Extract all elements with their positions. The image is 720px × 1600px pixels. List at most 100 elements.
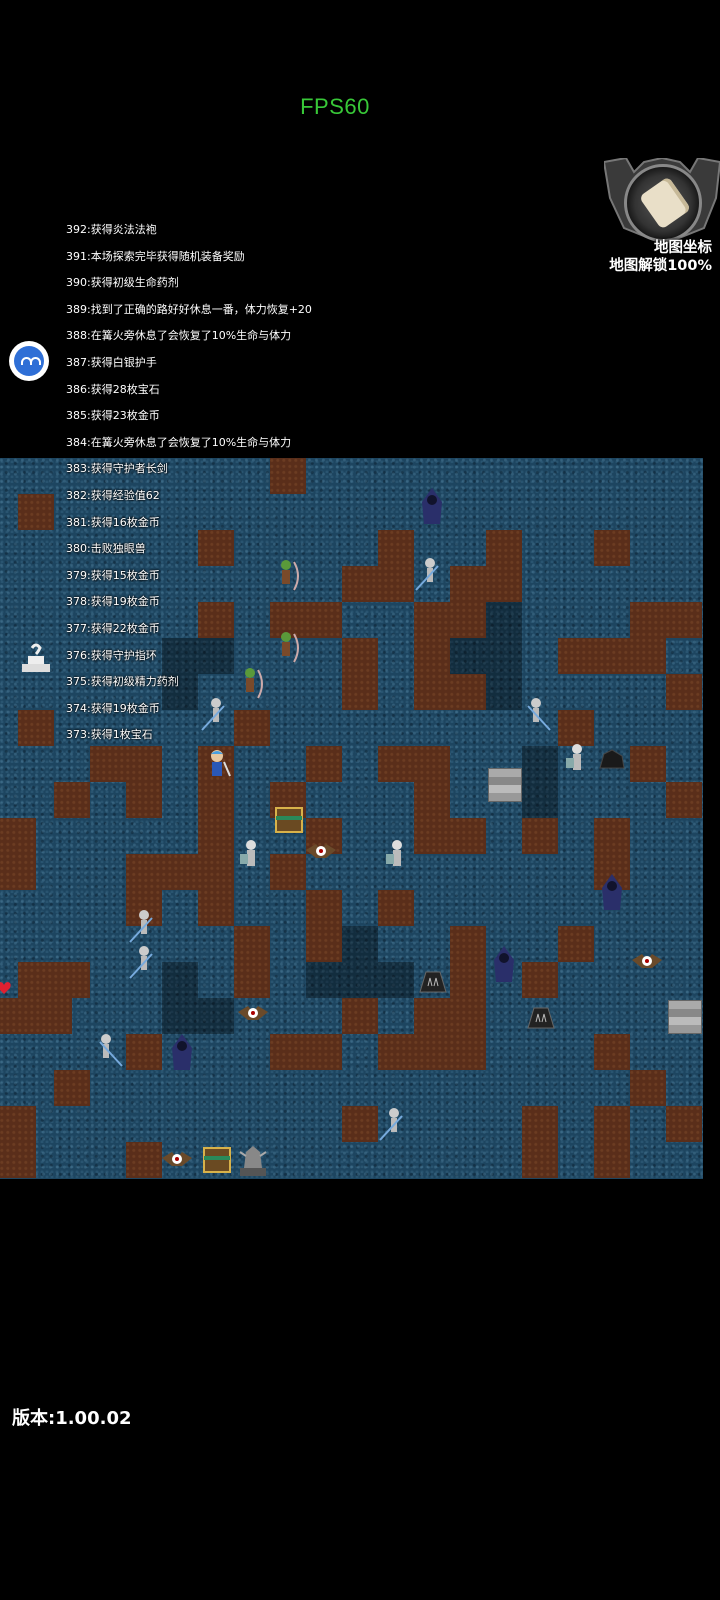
stairs-up-icon[interactable] — [668, 1000, 702, 1034]
skeleton-knight-icon[interactable] — [382, 838, 412, 878]
black-ore-icon[interactable] — [598, 748, 626, 772]
eyeball-bat-icon[interactable] — [160, 1146, 194, 1174]
dirt-tile — [450, 998, 486, 1034]
hooded-wraith-icon[interactable] — [490, 944, 518, 984]
dirt-tile — [414, 746, 450, 782]
hooded-wraith-icon[interactable] — [168, 1032, 196, 1072]
fog-tile — [198, 998, 234, 1034]
dirt-tile — [306, 1034, 342, 1070]
altar-icon[interactable] — [20, 642, 52, 674]
skeleton-knight-icon[interactable] — [236, 838, 266, 878]
dirt-tile — [342, 1106, 378, 1142]
dirt-tile — [198, 854, 234, 890]
fog-tile — [162, 998, 198, 1034]
skeleton-spearman-icon[interactable] — [128, 944, 158, 980]
stairs-down-icon[interactable] — [488, 768, 522, 802]
assistant-bubble-button[interactable] — [9, 341, 49, 381]
dirt-tile — [54, 782, 90, 818]
dirt-tile — [378, 566, 414, 602]
dirt-tile — [234, 926, 270, 962]
dirt-tile — [450, 602, 486, 638]
dirt-tile — [18, 962, 54, 998]
dirt-tile — [594, 1106, 630, 1142]
dirt-tile — [126, 1034, 162, 1070]
eyeball-bat-icon[interactable] — [630, 948, 664, 976]
skeleton-spearman-icon[interactable] — [128, 908, 158, 944]
dirt-tile — [630, 602, 666, 638]
fog-tile — [378, 962, 414, 998]
dirt-tile — [378, 1034, 414, 1070]
dirt-tile — [18, 710, 54, 746]
dirt-tile — [522, 962, 558, 998]
dirt-tile — [414, 1034, 450, 1070]
log-line: 385:获得23枚金币 — [66, 409, 160, 423]
dirt-tile — [36, 998, 72, 1034]
dirt-tile — [306, 926, 342, 962]
dirt-tile — [450, 818, 486, 854]
dirt-tile — [126, 854, 162, 890]
heart-pickup-icon[interactable] — [0, 980, 12, 996]
dirt-tile — [342, 566, 378, 602]
dirt-tile — [594, 1034, 630, 1070]
dirt-tile — [630, 638, 666, 674]
dirt-tile — [54, 1070, 90, 1106]
log-line: 382:获得经验值62 — [66, 488, 160, 502]
dirt-tile — [450, 674, 486, 710]
spike-trap-icon[interactable] — [524, 1004, 558, 1030]
dirt-tile — [414, 782, 450, 818]
dirt-tile — [594, 530, 630, 566]
log-line: 391:本场探索完毕获得随机装备奖励 — [66, 249, 245, 263]
log-line: 379:获得15枚金币 — [66, 568, 160, 582]
fog-tile — [342, 962, 378, 998]
skeleton-spearman-icon[interactable] — [522, 696, 552, 732]
log-line: 383:获得守护者长剑 — [66, 462, 168, 476]
dirt-tile — [630, 746, 666, 782]
dirt-tile — [558, 710, 594, 746]
gargoyle-statue-icon[interactable] — [236, 1142, 270, 1178]
treasure-chest-icon[interactable] — [202, 1144, 232, 1176]
dirt-tile — [522, 1106, 558, 1142]
assistant-bubble-icon — [14, 346, 44, 376]
event-log: 392:获得炎法法袍 391:本场探索完毕获得随机装备奖励 390:获得初级生命… — [66, 222, 312, 754]
version-label: 版本:1.00.02 — [12, 1408, 132, 1429]
scroll-icon — [624, 164, 702, 242]
eyeball-bat-icon[interactable] — [304, 838, 338, 866]
log-line: 387:获得白银护手 — [66, 355, 157, 369]
skeleton-spearman-icon[interactable] — [378, 1106, 408, 1142]
map-unlock-label: 地图解锁100% — [609, 258, 712, 274]
dirt-tile — [666, 602, 702, 638]
log-line: 378:获得19枚金币 — [66, 595, 160, 609]
dirt-tile — [594, 818, 630, 854]
dirt-tile — [0, 818, 36, 854]
dirt-tile — [18, 494, 54, 530]
map-coordinate-button[interactable]: 地图坐标 地图解锁100% — [604, 158, 720, 280]
log-line: 384:在篝火旁休息了会恢复了10%生命与体力 — [66, 435, 292, 449]
dirt-tile — [0, 1142, 36, 1178]
log-line: 381:获得16枚金币 — [66, 515, 160, 529]
skeleton-knight-icon[interactable] — [562, 742, 592, 780]
eyeball-bat-icon[interactable] — [236, 1000, 270, 1028]
dirt-tile — [558, 926, 594, 962]
fog-tile — [306, 962, 342, 998]
fog-tile — [450, 638, 486, 674]
dirt-tile — [630, 1070, 666, 1106]
skeleton-spearman-icon[interactable] — [94, 1032, 124, 1068]
hooded-wraith-icon[interactable] — [418, 486, 446, 526]
dirt-tile — [198, 890, 234, 926]
dirt-tile — [198, 782, 234, 818]
log-line: 377:获得22枚金币 — [66, 621, 160, 635]
dirt-tile — [378, 530, 414, 566]
hooded-wraith-icon[interactable] — [598, 872, 626, 912]
dirt-tile — [126, 1142, 162, 1178]
spike-trap-icon[interactable] — [416, 968, 450, 994]
skeleton-spearman-icon[interactable] — [414, 556, 444, 592]
scroll-paper — [638, 176, 692, 230]
dirt-tile — [522, 818, 558, 854]
fog-tile — [162, 962, 198, 998]
treasure-chest-icon[interactable] — [274, 804, 304, 836]
dirt-tile — [666, 674, 702, 710]
fog-tile — [486, 638, 522, 674]
dirt-tile — [558, 638, 594, 674]
log-line: 374:获得19枚金币 — [66, 701, 160, 715]
dirt-tile — [666, 1106, 702, 1142]
